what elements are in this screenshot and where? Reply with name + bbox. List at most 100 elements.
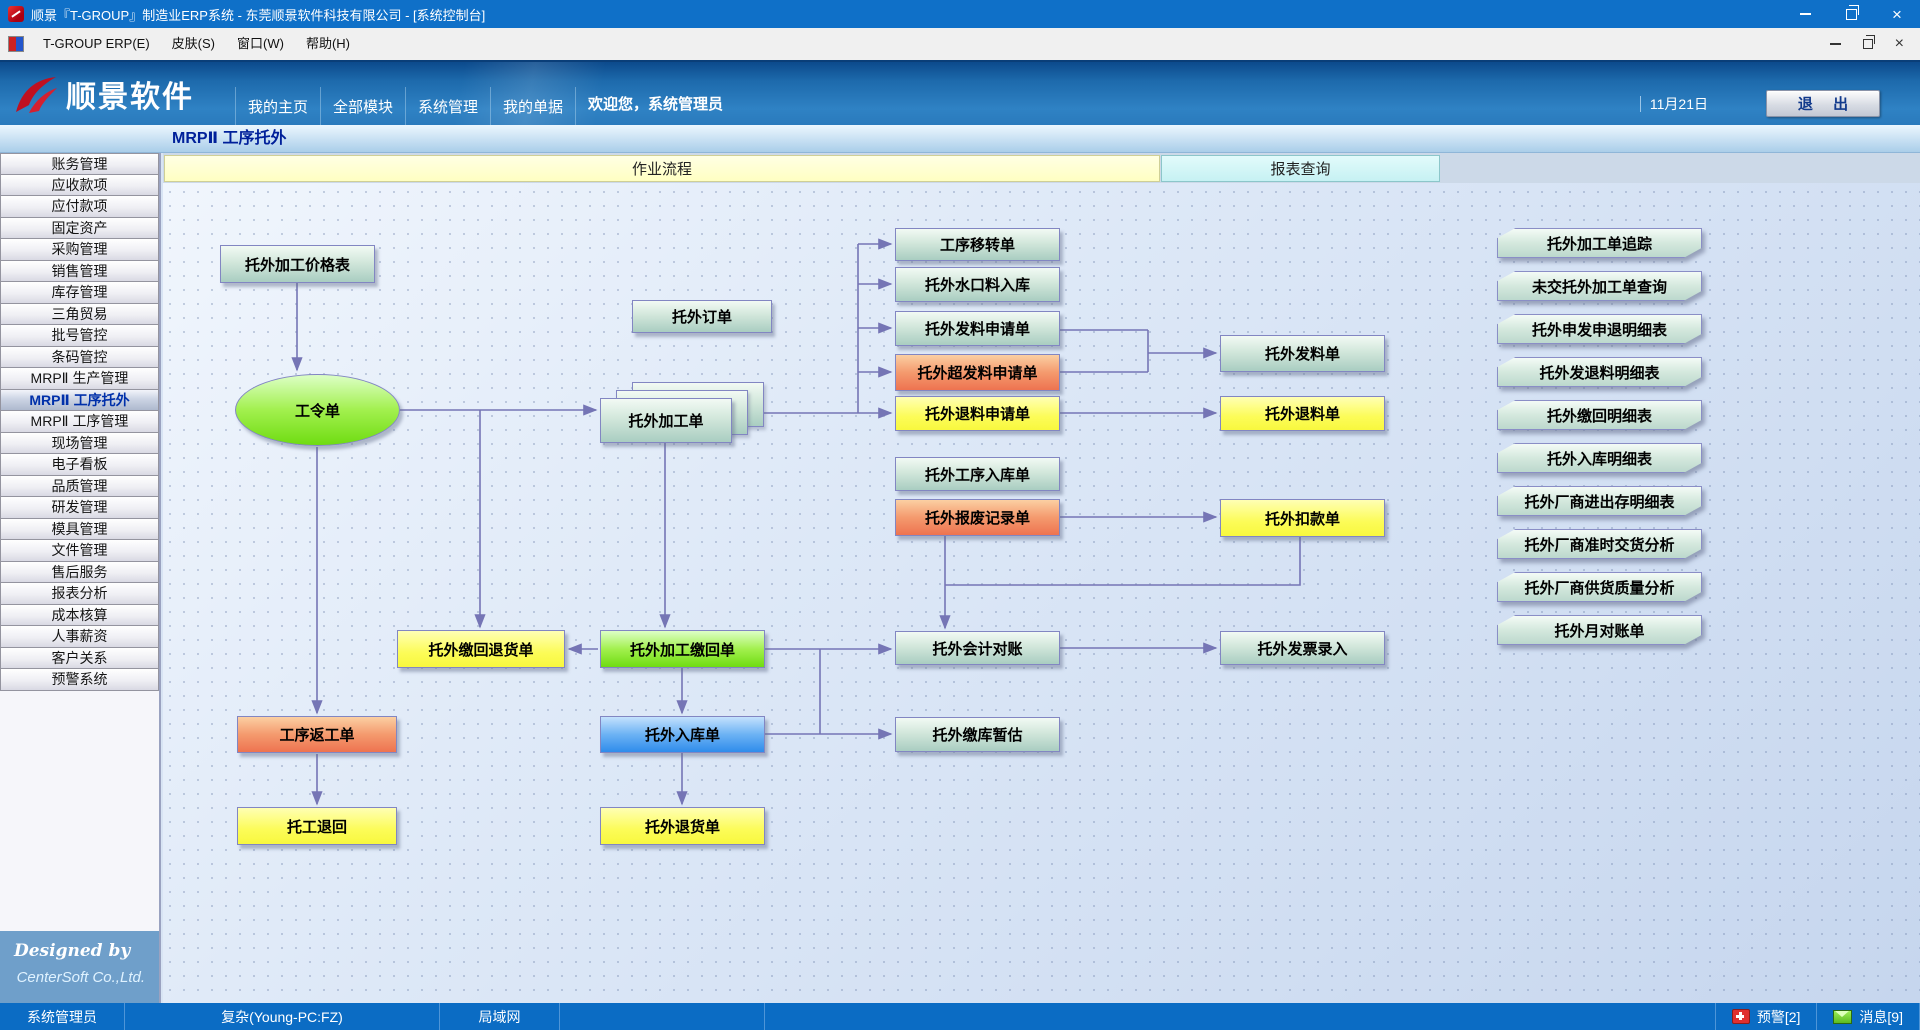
module-list: 账务管理应收款项应付款项固定资产采购管理销售管理库存管理三角贸易批号管控条码管控… bbox=[0, 153, 159, 691]
nav-tab-我的主页[interactable]: 我的主页 bbox=[235, 87, 320, 125]
window-titlebar: 顺景『T-GROUP』制造业ERP系统 - 东莞顺景软件科技有限公司 - [系统… bbox=[0, 0, 1920, 28]
sidebar-item[interactable]: 售后服务 bbox=[0, 562, 159, 584]
menu-item[interactable]: 帮助(H) bbox=[295, 28, 361, 60]
flow-node-return-note[interactable]: 托外退料单 bbox=[1220, 396, 1385, 431]
sidebar-item[interactable]: 人事薪资 bbox=[0, 626, 159, 648]
flow-node-consign-return[interactable]: 托工退回 bbox=[237, 807, 397, 845]
nav-tab-全部模块[interactable]: 全部模块 bbox=[320, 87, 405, 125]
sidebar-item[interactable]: 销售管理 bbox=[0, 261, 159, 283]
menu-item[interactable]: 皮肤(S) bbox=[161, 28, 226, 60]
app-icon bbox=[8, 6, 24, 22]
sidebar-item[interactable]: 文件管理 bbox=[0, 540, 159, 562]
sidebar-item[interactable]: MRPⅡ 生产管理 bbox=[0, 368, 159, 390]
flow-node-work-order[interactable]: 工令单 bbox=[235, 374, 400, 446]
status-segment: 局域网 bbox=[440, 1003, 560, 1030]
report-button-wrap: 托外厂商准时交货分析 bbox=[1497, 529, 1702, 559]
close-icon: × bbox=[1892, 6, 1902, 23]
report-button[interactable]: 托外申发申退明细表 bbox=[1497, 314, 1702, 344]
restore-button[interactable] bbox=[1828, 0, 1874, 28]
flow-node-accounting-check[interactable]: 托外会计对账 bbox=[895, 631, 1060, 665]
alerts-item[interactable]: 预警[2] bbox=[1715, 1003, 1817, 1030]
window-title: 顺景『T-GROUP』制造业ERP系统 - 东莞顺景软件科技有限公司 - [系统… bbox=[31, 5, 485, 24]
sidebar-item[interactable]: 现场管理 bbox=[0, 433, 159, 455]
flow-node-process-order[interactable]: 托外加工单 bbox=[600, 398, 732, 443]
status-segment: 复杂(Young-PC:FZ) bbox=[125, 1003, 440, 1030]
mdi-close-icon[interactable]: × bbox=[1895, 36, 1904, 52]
nav-tab-系统管理[interactable]: 系统管理 bbox=[405, 87, 490, 125]
sidebar-item[interactable]: 库存管理 bbox=[0, 282, 159, 304]
flow-node-process-stockin[interactable]: 托外工序入库单 bbox=[895, 457, 1060, 491]
sidebar-item[interactable]: 电子看板 bbox=[0, 454, 159, 476]
flow-node-price-list[interactable]: 托外加工价格表 bbox=[220, 245, 375, 283]
sidebar-item[interactable]: MRPⅡ 工序托外 bbox=[0, 390, 159, 412]
report-button[interactable]: 未交托外加工单查询 bbox=[1497, 271, 1702, 301]
sidebar-item[interactable]: 研发管理 bbox=[0, 497, 159, 519]
flow-node-stock-in[interactable]: 托外入库单 bbox=[600, 716, 765, 753]
sidebar-item[interactable]: 客户关系 bbox=[0, 648, 159, 670]
sidebar-item[interactable]: 三角贸易 bbox=[0, 304, 159, 326]
report-button[interactable]: 托外缴回明细表 bbox=[1497, 400, 1702, 430]
mdi-restore-icon[interactable] bbox=[1863, 39, 1873, 49]
report-button[interactable]: 托外发退料明细表 bbox=[1497, 357, 1702, 387]
minimize-button[interactable] bbox=[1782, 0, 1828, 28]
report-button[interactable]: 托外月对账单 bbox=[1497, 615, 1702, 645]
report-button[interactable]: 托外厂商进出存明细表 bbox=[1497, 486, 1702, 516]
restore-icon bbox=[1846, 9, 1857, 20]
report-button[interactable]: 托外加工单追踪 bbox=[1497, 228, 1702, 258]
flow-node-outsource-order[interactable]: 托外订单 bbox=[632, 300, 772, 333]
sidebar-item[interactable]: 采购管理 bbox=[0, 239, 159, 261]
flow-node-issue-note[interactable]: 托外发料单 bbox=[1220, 335, 1385, 372]
report-button-wrap: 托外申发申退明细表 bbox=[1497, 314, 1702, 344]
close-button[interactable]: × bbox=[1874, 0, 1920, 28]
sidebar-item[interactable]: 成本核算 bbox=[0, 605, 159, 627]
first-aid-kit-icon bbox=[1732, 1009, 1750, 1024]
sidebar-item[interactable]: 应收款项 bbox=[0, 175, 159, 197]
sidebar-item[interactable]: 模具管理 bbox=[0, 519, 159, 541]
messages-label: 消息[9] bbox=[1859, 1007, 1903, 1027]
flow-node-submit-return[interactable]: 托外缴回退货单 bbox=[397, 630, 565, 668]
menu-item[interactable]: 窗口(W) bbox=[226, 28, 295, 60]
flow-node-scrap-record[interactable]: 托外报废记录单 bbox=[895, 499, 1060, 536]
sidebar-item[interactable]: MRPⅡ 工序管理 bbox=[0, 411, 159, 433]
flow-node-deduction-note[interactable]: 托外扣款单 bbox=[1220, 499, 1385, 537]
company-text: CenterSoft Co.,Ltd. bbox=[14, 969, 145, 986]
sidebar-item[interactable]: 报表分析 bbox=[0, 583, 159, 605]
designed-by-text: Designed by bbox=[14, 941, 145, 961]
flow-node-goods-return[interactable]: 托外退货单 bbox=[600, 807, 765, 845]
sidebar-item[interactable]: 固定资产 bbox=[0, 218, 159, 240]
menu-item[interactable]: T-GROUP ERP(E) bbox=[32, 28, 161, 60]
designed-by-block: Designed by CenterSoft Co.,Ltd. bbox=[0, 931, 159, 1003]
sidebar-item[interactable]: 品质管理 bbox=[0, 476, 159, 498]
flow-node-overissue-request[interactable]: 托外超发料申请单 bbox=[895, 354, 1060, 391]
current-date: 11月21日 bbox=[1650, 94, 1708, 114]
report-button[interactable]: 托外入库明细表 bbox=[1497, 443, 1702, 473]
messages-item[interactable]: 消息[9] bbox=[1816, 1003, 1920, 1030]
report-button-wrap: 托外入库明细表 bbox=[1497, 443, 1702, 473]
report-button-wrap: 托外缴回明细表 bbox=[1497, 400, 1702, 430]
report-button-wrap: 未交托外加工单查询 bbox=[1497, 271, 1702, 301]
date-area: 11月21日 bbox=[1640, 94, 1708, 114]
mdi-minimize-icon[interactable] bbox=[1830, 43, 1841, 45]
report-button-wrap: 托外厂商进出存明细表 bbox=[1497, 486, 1702, 516]
logout-button[interactable]: 退 出 bbox=[1766, 90, 1880, 117]
flow-node-invoice-entry[interactable]: 托外发票录入 bbox=[1220, 631, 1385, 665]
report-button-column: 托外加工单追踪未交托外加工单查询托外申发申退明细表托外发退料明细表托外缴回明细表… bbox=[1497, 228, 1702, 645]
flow-node-water-material[interactable]: 托外水口料入库 bbox=[895, 267, 1060, 302]
nav-tab-我的单据[interactable]: 我的单据 bbox=[490, 87, 576, 125]
report-button[interactable]: 托外厂商准时交货分析 bbox=[1497, 529, 1702, 559]
flow-node-rework-order[interactable]: 工序返工单 bbox=[237, 716, 397, 753]
sidebar-item[interactable]: 应付款项 bbox=[0, 196, 159, 218]
sidebar-item[interactable]: 批号管控 bbox=[0, 325, 159, 347]
flow-node-process-submit[interactable]: 托外加工缴回单 bbox=[600, 630, 765, 668]
flow-node-stockin-estimate[interactable]: 托外缴库暂估 bbox=[895, 717, 1060, 752]
sidebar-item[interactable]: 条码管控 bbox=[0, 347, 159, 369]
report-button[interactable]: 托外厂商供货质量分析 bbox=[1497, 572, 1702, 602]
flow-node-return-request[interactable]: 托外退料申请单 bbox=[895, 396, 1060, 431]
sidebar-item[interactable]: 预警系统 bbox=[0, 669, 159, 691]
page-title-strip: MRPⅡ 工序托外 bbox=[0, 125, 1920, 153]
flow-node-transfer[interactable]: 工序移转单 bbox=[895, 228, 1060, 261]
report-button-wrap: 托外厂商供货质量分析 bbox=[1497, 572, 1702, 602]
sidebar-item[interactable]: 账务管理 bbox=[0, 153, 159, 175]
flow-node-issue-request[interactable]: 托外发料申请单 bbox=[895, 311, 1060, 346]
main-nav-tabs: 我的主页全部模块系统管理我的单据 bbox=[235, 87, 576, 125]
